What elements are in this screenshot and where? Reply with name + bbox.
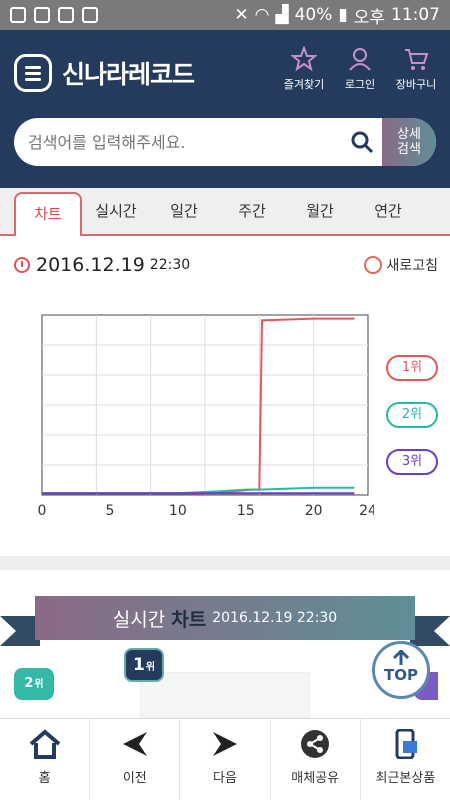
cart-label: 장바구니 <box>395 78 437 91</box>
legend-rank-1[interactable]: 1위 <box>386 355 438 381</box>
nav-home[interactable]: 홈 <box>0 719 91 800</box>
search-bar: 상세 검색 <box>14 118 436 166</box>
user-icon <box>349 48 371 71</box>
banner-datetime: 2016.12.19 22:30 <box>212 610 338 626</box>
detail-search-label: 상세 검색 <box>397 127 421 157</box>
search-icon <box>351 131 374 154</box>
brand-logo[interactable]: 신나라레코드 <box>14 54 195 92</box>
section-divider <box>0 556 450 570</box>
refresh-icon <box>364 256 383 274</box>
x-tick-label: 24 <box>359 503 374 519</box>
brand-name: 신나라레코드 <box>62 60 195 89</box>
wifi-icon: ◠ <box>254 5 270 25</box>
favorites-button[interactable]: 즐겨찾기 <box>280 46 328 92</box>
album-cover[interactable] <box>140 672 310 718</box>
chart-legend: 1위 2위 3위 <box>386 355 438 496</box>
x-tick-label: 20 <box>305 503 323 519</box>
nav-recent-products[interactable]: 최근본상품 <box>361 719 450 800</box>
ranking-line-chart: 0 5 10 15 20 24 <box>38 314 374 519</box>
scroll-top-button[interactable]: TOP <box>372 641 430 699</box>
chart-date-bar: 2016.12.19 22:30 새로고침 <box>14 252 438 278</box>
nav-back[interactable]: 이전 <box>90 719 181 800</box>
star-icon <box>291 46 317 72</box>
cart-button[interactable]: 장바구니 <box>392 46 440 92</box>
x-tick-label: 0 <box>38 503 47 519</box>
tab-daily[interactable]: 일간 <box>150 191 218 231</box>
rank-2-number: 2 <box>24 676 34 691</box>
back-arrow-icon <box>122 732 147 756</box>
signal-icon: ▟ <box>275 5 289 25</box>
search-input[interactable] <box>14 118 342 166</box>
x-tick-label: 15 <box>237 503 255 519</box>
login-label: 로그인 <box>344 78 376 91</box>
banner-label-b: 차트 <box>171 608 207 631</box>
clock-time: 11:07 <box>391 5 440 25</box>
mute-icon: ✕ <box>234 5 249 25</box>
rank-1-suffix: 위 <box>145 662 156 673</box>
rank-1-number: 1 <box>132 655 145 675</box>
nav-home-label: 홈 <box>38 771 51 786</box>
clock-ampm: 오후 <box>353 7 385 28</box>
app-header: 신나라레코드 즐겨찾기 로그인 장바구니 검색어를 입력해주세요. 상세 검색 <box>0 30 450 188</box>
cart-icon <box>405 49 429 70</box>
home-icon <box>29 729 60 759</box>
search-button[interactable] <box>342 118 382 166</box>
nav-back-label: 이전 <box>122 771 147 786</box>
login-button[interactable]: 로그인 <box>336 46 384 92</box>
chart-time: 22:30 <box>149 257 191 273</box>
tab-monthly[interactable]: 월간 <box>286 191 354 231</box>
battery-icon: ▮ <box>338 5 348 25</box>
nav-recent-label: 최근본상품 <box>375 771 436 786</box>
bottom-navigation: 홈 이전 다음 매체공유 최근본상품 <box>0 718 450 800</box>
menu-icon[interactable] <box>14 54 52 92</box>
rank-badge-2: 2위 <box>14 668 54 700</box>
screenshot-notification-icon <box>58 7 74 23</box>
top-label: TOP <box>384 666 418 684</box>
clock-icon <box>14 257 30 273</box>
arrow-up-icon <box>392 650 410 665</box>
detail-search-button[interactable]: 상세 검색 <box>382 118 436 166</box>
tab-realtime[interactable]: 실시간 <box>82 191 150 231</box>
favorites-label: 즐겨찾기 <box>283 78 325 91</box>
share-icon <box>301 730 330 758</box>
nav-share[interactable]: 매체공유 <box>271 719 361 800</box>
refresh-button[interactable]: 새로고침 <box>364 255 438 275</box>
x-tick-label: 5 <box>105 503 114 519</box>
rank-2-suffix: 위 <box>34 679 44 690</box>
banner-label-a: 실시간 <box>112 608 166 631</box>
nav-share-label: 매체공유 <box>291 771 340 786</box>
sync-notification-icon <box>34 7 50 23</box>
status-bar: ✕ ◠ ▟ 40% ▮ 오후 11:07 <box>0 0 450 30</box>
nav-forward-label: 다음 <box>213 771 237 786</box>
ribbon-right <box>410 616 450 646</box>
chart-date: 2016.12.19 <box>36 254 145 276</box>
chart-tabs: 차트 실시간 일간 주간 월간 연간 <box>0 188 450 236</box>
gallery-notification-icon <box>82 7 98 23</box>
app-notification-icon <box>10 7 26 23</box>
nav-forward[interactable]: 다음 <box>180 719 271 800</box>
tab-yearly[interactable]: 연간 <box>354 191 422 231</box>
battery-level: 40% <box>294 5 333 25</box>
rank-badge-1: 1위 <box>124 648 164 682</box>
legend-rank-2[interactable]: 2위 <box>386 402 438 428</box>
ribbon-left <box>0 616 40 646</box>
tab-chart[interactable]: 차트 <box>14 192 82 236</box>
x-tick-label: 10 <box>169 503 187 519</box>
tab-weekly[interactable]: 주간 <box>218 191 286 231</box>
banner-title: 실시간 차트 2016.12.19 22:30 <box>35 596 415 640</box>
refresh-label: 새로고침 <box>386 258 438 274</box>
recent-products-icon <box>395 729 418 759</box>
legend-rank-3[interactable]: 3위 <box>386 449 438 475</box>
notification-icons <box>10 7 98 23</box>
forward-arrow-icon <box>213 732 237 756</box>
